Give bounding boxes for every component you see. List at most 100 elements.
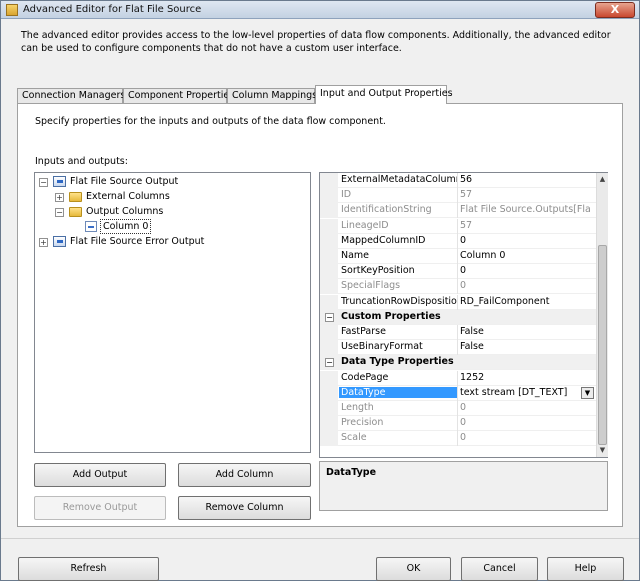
- property-name: Name: [341, 250, 370, 261]
- property-value[interactable]: RD_FailComponent: [460, 296, 590, 307]
- cancel-button[interactable]: Cancel: [461, 557, 538, 581]
- property-row[interactable]: ID 57: [320, 188, 596, 204]
- property-row-margin: [320, 370, 338, 386]
- property-row-margin: [320, 203, 338, 219]
- close-button[interactable]: X: [595, 2, 635, 18]
- property-value[interactable]: False: [460, 326, 590, 337]
- ok-button[interactable]: OK: [376, 557, 451, 581]
- add-column-button[interactable]: Add Column: [178, 463, 311, 487]
- property-column-divider: [457, 401, 458, 416]
- tab-input-output-properties[interactable]: Input and Output Properties: [315, 85, 453, 104]
- property-column-divider: [457, 249, 458, 264]
- tree-item-label: Column 0: [100, 219, 152, 234]
- property-column-divider: [457, 325, 458, 340]
- property-row[interactable]: LineageID 57: [320, 218, 596, 234]
- property-row[interactable]: SortKeyPosition 0: [320, 264, 596, 280]
- output-icon: [53, 176, 66, 187]
- property-value[interactable]: 0: [460, 235, 590, 246]
- expand-icon[interactable]: +: [55, 193, 64, 202]
- property-value[interactable]: text stream [DT_TEXT]: [460, 387, 590, 398]
- property-name: FastParse: [341, 326, 386, 337]
- expand-icon[interactable]: +: [39, 238, 48, 247]
- property-value: 57: [460, 219, 473, 231]
- property-row[interactable]: ExternalMetadataColumnID56: [320, 173, 596, 188]
- property-row-margin: [320, 325, 338, 340]
- property-value[interactable]: False: [460, 341, 590, 352]
- property-row-margin: [320, 385, 338, 401]
- property-row-margin: [320, 188, 338, 204]
- title-bar[interactable]: Advanced Editor for Flat File Source X: [1, 1, 639, 19]
- scroll-up-icon[interactable]: ▲: [597, 173, 608, 186]
- property-row[interactable]: DataType text stream [DT_TEXT] ▼: [320, 385, 596, 401]
- error-output-icon: [53, 236, 66, 247]
- property-name: Length: [341, 402, 374, 413]
- property-value[interactable]: 56: [460, 174, 590, 185]
- property-column-divider: [457, 188, 458, 204]
- property-value: Flat File Source.Outputs[Flat File: [460, 204, 590, 216]
- property-name: SpecialFlags: [341, 280, 401, 292]
- remove-output-button[interactable]: Remove Output: [34, 496, 166, 520]
- property-column-divider: [457, 370, 458, 386]
- add-output-button[interactable]: Add Output: [34, 463, 166, 487]
- property-row-margin: [320, 416, 338, 432]
- tab-component-properties[interactable]: Component Properties: [123, 88, 234, 104]
- property-value[interactable]: Column 0: [460, 250, 590, 261]
- property-row[interactable]: Length 0: [320, 401, 596, 416]
- folder-icon: [69, 192, 82, 202]
- property-column-divider: [457, 431, 458, 447]
- collapse-icon[interactable]: −: [55, 208, 64, 217]
- property-row[interactable]: TruncationRowDisposition RD_FailComponent: [320, 294, 596, 310]
- property-row-margin: [320, 233, 338, 249]
- tab-column-mappings[interactable]: Column Mappings: [227, 88, 317, 104]
- inputs-outputs-label: Inputs and outputs:: [35, 156, 128, 167]
- collapse-icon[interactable]: −: [39, 178, 48, 187]
- tab-connection-managers[interactable]: Connection Managers: [17, 88, 125, 104]
- property-row[interactable]: IdentificationString Flat File Source.Out…: [320, 203, 596, 219]
- property-value: 57: [460, 189, 473, 201]
- property-column-divider: [457, 173, 458, 188]
- tree-item-label: Flat File Source Error Output: [70, 236, 205, 247]
- property-row-margin: [320, 218, 338, 234]
- property-row[interactable]: Name Column 0: [320, 249, 596, 264]
- property-row[interactable]: UseBinaryFormat False: [320, 340, 596, 356]
- property-row-margin: [320, 249, 338, 264]
- property-row[interactable]: Scale 0: [320, 431, 596, 447]
- property-row[interactable]: SpecialFlags 0: [320, 279, 596, 295]
- scroll-thumb[interactable]: [598, 245, 607, 445]
- property-row[interactable]: MappedColumnID 0: [320, 233, 596, 249]
- property-row[interactable]: CodePage 1252: [320, 370, 596, 386]
- property-category-label: Data Type Properties: [341, 356, 454, 368]
- column-icon: [85, 221, 97, 232]
- inputs-outputs-tree[interactable]: − Flat File Source Output + External Col…: [34, 172, 311, 453]
- property-value[interactable]: 0: [460, 265, 590, 276]
- tree-item-label: Flat File Source Output: [70, 176, 179, 187]
- remove-column-button[interactable]: Remove Column: [178, 496, 311, 520]
- property-column-divider: [457, 233, 458, 249]
- scroll-down-icon[interactable]: ▼: [597, 444, 608, 457]
- property-name: UseBinaryFormat: [341, 341, 423, 353]
- dropdown-arrow-icon[interactable]: ▼: [581, 386, 594, 399]
- property-description-pane: DataType: [319, 461, 608, 511]
- property-grid[interactable]: ExternalMetadataColumnID56ID57Identifica…: [319, 172, 608, 458]
- property-category[interactable]: − Custom Properties: [320, 309, 596, 325]
- refresh-button[interactable]: Refresh: [18, 557, 159, 581]
- tree-item-label: External Columns: [86, 191, 170, 202]
- folder-icon: [69, 207, 82, 217]
- property-name: MappedColumnID: [341, 234, 426, 246]
- property-value: 0: [460, 432, 467, 444]
- property-row[interactable]: Precision 0: [320, 416, 596, 432]
- help-button[interactable]: Help: [547, 557, 624, 581]
- property-row-margin: [320, 279, 338, 295]
- property-grid-scrollbar[interactable]: ▲ ▼: [596, 173, 608, 457]
- property-description-title: DataType: [326, 467, 377, 478]
- property-value[interactable]: 1252: [460, 372, 590, 383]
- collapse-icon[interactable]: −: [325, 358, 334, 368]
- footer-divider: [1, 538, 639, 539]
- panel-hint: Specify properties for the inputs and ou…: [35, 116, 386, 127]
- collapse-icon[interactable]: −: [325, 312, 334, 322]
- property-row[interactable]: FastParse False: [320, 325, 596, 340]
- property-row-margin: [320, 401, 338, 416]
- editor-description: The advanced editor provides access to t…: [21, 30, 611, 54]
- advanced-editor-window: Advanced Editor for Flat File Source X T…: [0, 0, 640, 581]
- property-category[interactable]: − Data Type Properties: [320, 355, 596, 371]
